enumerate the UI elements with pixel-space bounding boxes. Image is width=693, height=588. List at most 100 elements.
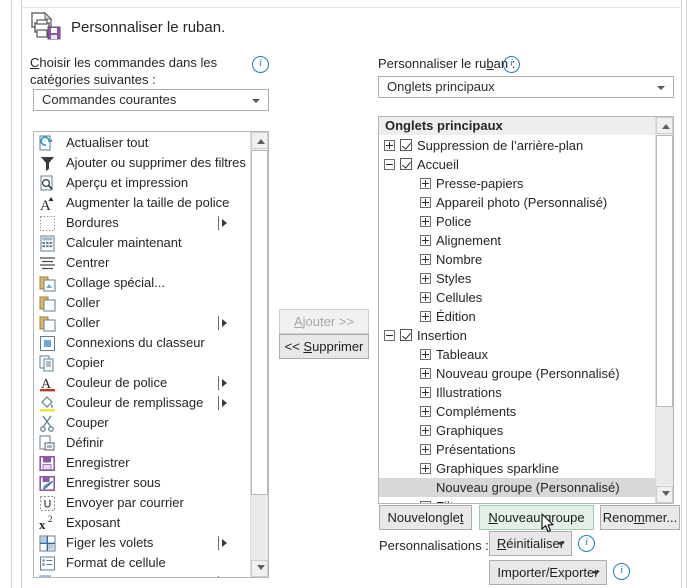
tree-item[interactable]: Compléments [379, 402, 656, 421]
expand-plus-icon[interactable] [420, 197, 431, 208]
tree-item[interactable]: Presse-papiers [379, 174, 656, 193]
tree-item[interactable]: Édition [379, 307, 656, 326]
tree-item[interactable]: Nouveau groupe (Personnalisé) [379, 478, 656, 497]
tree-item[interactable]: Appareil photo (Personnalisé) [379, 193, 656, 212]
submenu-arrow-icon[interactable] [222, 399, 227, 407]
scrollbar-thumb[interactable] [656, 135, 673, 407]
command-list-item[interactable]: Formes [34, 573, 252, 577]
info-icon-customize-ribbon[interactable] [503, 56, 520, 73]
commands-list-scrollbar[interactable] [250, 132, 268, 577]
expand-plus-icon[interactable] [420, 463, 431, 474]
info-icon-choose-commands[interactable] [252, 56, 269, 73]
expand-plus-icon[interactable] [420, 235, 431, 246]
command-list-item[interactable]: Couleur de remplissage [34, 393, 252, 413]
command-list-item[interactable]: Actualiser tout [34, 133, 252, 153]
tree-item[interactable]: Filtres [379, 497, 656, 503]
info-icon-reset[interactable] [578, 535, 595, 552]
new-tab-button[interactable]: Nouvelonglet [379, 505, 472, 530]
command-list-item[interactable]: Enregistrer [34, 453, 252, 473]
tree-item[interactable]: Présentations [379, 440, 656, 459]
expand-plus-icon[interactable] [420, 425, 431, 436]
command-list-item[interactable]: Aperçu et impression [34, 173, 252, 193]
calculate-now-icon [39, 235, 56, 252]
add-button[interactable]: Ajouter >> [279, 309, 369, 334]
import-export-split-button[interactable]: Importer/Exporter [489, 560, 607, 585]
collapse-minus-icon[interactable] [384, 159, 395, 170]
tree-item[interactable]: Graphiques sparkline [379, 459, 656, 478]
expand-plus-icon[interactable] [420, 254, 431, 265]
command-list-item[interactable]: A Couleur de police [34, 373, 252, 393]
reset-split-button[interactable]: Réinitialiser [489, 531, 572, 556]
command-label: Copier [66, 355, 105, 370]
expand-plus-icon[interactable] [420, 292, 431, 303]
expand-plus-icon[interactable] [384, 140, 395, 151]
tree-item[interactable]: Cellules [379, 288, 656, 307]
expand-plus-icon[interactable] [420, 501, 431, 503]
commands-listbox[interactable]: Actualiser tout Ajouter ou supprimer des … [33, 131, 269, 578]
expand-plus-icon[interactable] [420, 368, 431, 379]
command-list-item[interactable]: Copier [34, 353, 252, 373]
command-list-item[interactable]: A Augmenter la taille de police [34, 193, 252, 213]
tree-item[interactable]: Nouveau groupe (Personnalisé) [379, 364, 656, 383]
scrollbar-track-below[interactable] [251, 495, 268, 560]
command-list-item[interactable]: Calculer maintenant [34, 233, 252, 253]
command-list-item[interactable]: Couper [34, 413, 252, 433]
scroll-up-button[interactable] [251, 132, 268, 149]
command-list-item[interactable]: Coller [34, 313, 252, 333]
command-list-item[interactable]: Connexions du classeur [34, 333, 252, 353]
expand-plus-icon[interactable] [420, 406, 431, 417]
expand-plus-icon[interactable] [420, 273, 431, 284]
tree-item[interactable]: Nombre [379, 250, 656, 269]
tree-item[interactable]: Alignement [379, 231, 656, 250]
tree-item[interactable]: Styles [379, 269, 656, 288]
command-list-item[interactable]: x 2 Exposant [34, 513, 252, 533]
command-list-item[interactable]: Format de cellule [34, 553, 252, 573]
tree-item[interactable]: Suppression de l’arrière-plan [379, 136, 656, 155]
tree-item-checkbox[interactable] [400, 329, 412, 341]
scroll-down-button[interactable] [656, 486, 673, 503]
expand-plus-icon[interactable] [420, 349, 431, 360]
remove-button[interactable]: << Supprimer [279, 334, 369, 359]
command-list-item[interactable]: Bordures [34, 213, 252, 233]
expand-plus-icon[interactable] [420, 178, 431, 189]
scrollbar-thumb[interactable] [251, 150, 268, 495]
scroll-up-button[interactable] [656, 117, 673, 134]
tree-item[interactable]: Police [379, 212, 656, 231]
expand-plus-icon[interactable] [420, 387, 431, 398]
workbook-connections-icon [39, 335, 56, 352]
command-list-item[interactable]: Figer les volets [34, 533, 252, 553]
submenu-arrow-icon[interactable] [222, 319, 227, 327]
command-list-item[interactable]: Centrer [34, 253, 252, 273]
info-icon-import-export[interactable] [613, 563, 630, 580]
ribbon-tree[interactable]: Onglets principaux Suppression de l’arri… [378, 116, 674, 504]
submenu-arrow-icon[interactable] [222, 379, 227, 387]
svg-text:2: 2 [48, 515, 53, 524]
expand-plus-icon[interactable] [420, 311, 431, 322]
tree-item[interactable]: Illustrations [379, 383, 656, 402]
command-list-item[interactable]: Définir [34, 433, 252, 453]
commands-category-combobox[interactable]: Commandes courantes [33, 89, 269, 111]
collapse-minus-icon[interactable] [384, 330, 395, 341]
command-label: Couleur de police [66, 375, 168, 390]
command-list-item[interactable]: Collage spécial... [34, 273, 252, 293]
rename-button[interactable]: Renommer... [600, 505, 680, 530]
ribbon-tree-scrollbar[interactable] [655, 117, 673, 503]
expand-plus-icon[interactable] [420, 216, 431, 227]
expand-plus-icon[interactable] [420, 444, 431, 455]
submenu-arrow-icon[interactable] [222, 219, 227, 227]
command-list-item[interactable]: Ajouter ou supprimer des filtres [34, 153, 252, 173]
command-list-item[interactable]: Coller [34, 293, 252, 313]
submenu-arrow-icon[interactable] [222, 539, 227, 547]
tree-item-checkbox[interactable] [400, 158, 412, 170]
tree-item-checkbox[interactable] [400, 139, 412, 151]
new-group-button[interactable]: Nouveau groupe [479, 505, 594, 530]
scrollbar-track-below[interactable] [656, 407, 673, 485]
command-list-item[interactable]: Envoyer par courrier [34, 493, 252, 513]
command-list-item[interactable]: Enregistrer sous [34, 473, 252, 493]
tree-item[interactable]: Tableaux [379, 345, 656, 364]
ribbon-scope-combobox[interactable]: Onglets principaux [378, 76, 674, 98]
tree-item[interactable]: Accueil [379, 155, 656, 174]
scroll-down-button[interactable] [251, 560, 268, 577]
tree-item[interactable]: Graphiques [379, 421, 656, 440]
tree-item[interactable]: Insertion [379, 326, 656, 345]
